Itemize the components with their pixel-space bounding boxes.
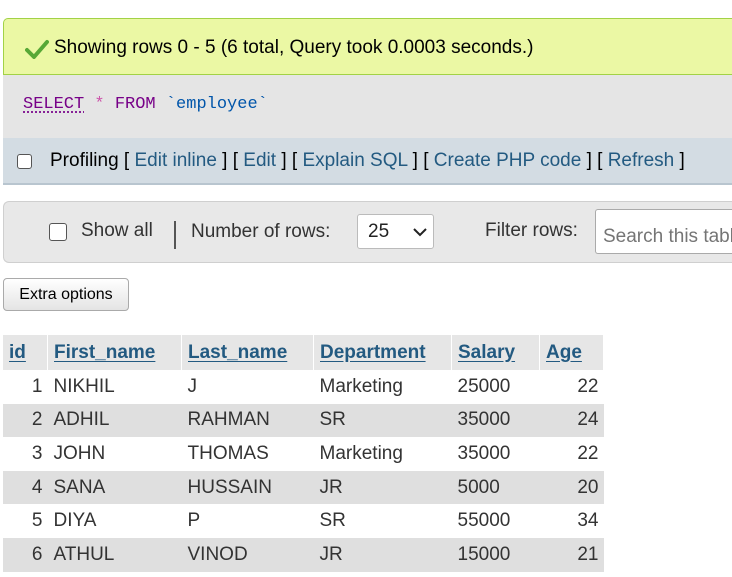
query-tools: Profiling [ Edit inline ] [ Edit ] [ Exp… xyxy=(50,150,685,171)
cell-last-name: THOMAS xyxy=(181,437,314,471)
cell-last-name: HUSSAIN xyxy=(181,470,314,505)
cell-first-name: NIKHIL xyxy=(47,370,182,404)
cell-salary: 35000 xyxy=(451,403,540,438)
status-text: Showing rows 0 - 5 (6 total, Query took … xyxy=(54,37,534,58)
sql-query[interactable]: SELECT * FROM `employee` xyxy=(23,95,268,114)
edit-link[interactable]: Edit xyxy=(243,150,276,171)
sql-keyword-from: FROM xyxy=(114,95,156,114)
cell-last-name: P xyxy=(181,504,314,538)
cell-first-name: SANA xyxy=(47,470,182,505)
rows-per-page-select[interactable]: 25 xyxy=(357,214,434,249)
cell-first-name: JOHN xyxy=(47,437,182,471)
edit-inline-link[interactable]: Edit inline xyxy=(135,150,217,171)
cell-department: Marketing xyxy=(313,370,452,404)
cell-salary: 55000 xyxy=(451,504,540,538)
cell-last-name: RAHMAN xyxy=(181,403,314,438)
column-header-age[interactable]: Age xyxy=(539,335,604,370)
cell-id: 1 xyxy=(3,370,48,404)
cell-id: 3 xyxy=(3,437,48,471)
rows-per-page-value: 25 xyxy=(368,221,390,242)
column-header-id[interactable]: id xyxy=(3,335,48,370)
sql-table-name: `employee` xyxy=(165,95,268,114)
column-header-first-name[interactable]: First_name xyxy=(47,335,182,370)
column-header-department[interactable]: Department xyxy=(313,335,452,370)
cell-salary: 5000 xyxy=(451,470,540,505)
cell-department: Marketing xyxy=(313,437,452,471)
cell-age: 22 xyxy=(539,437,604,471)
create-php-code-link[interactable]: Create PHP code xyxy=(434,150,582,171)
cell-id: 6 xyxy=(3,537,48,572)
profiling-checkbox[interactable] xyxy=(17,154,32,169)
filter-rows-label: Filter rows: xyxy=(485,220,578,241)
number-of-rows-label: Number of rows: xyxy=(191,221,331,242)
divider xyxy=(174,221,176,249)
table-header-row: id First_name Last_name Department Salar… xyxy=(3,335,604,370)
cell-last-name: J xyxy=(181,370,314,404)
extra-options-button[interactable]: Extra options xyxy=(3,278,129,311)
cell-first-name: ATHUL xyxy=(47,537,182,572)
cell-age: 22 xyxy=(539,370,604,404)
cell-department: JR xyxy=(313,537,452,572)
table-row[interactable]: 4 SANA HUSSAIN JR 5000 20 xyxy=(3,470,604,505)
show-all-label: Show all xyxy=(81,220,153,241)
cell-last-name: VINOD xyxy=(181,537,314,572)
cell-salary: 25000 xyxy=(451,370,540,404)
results-table: id First_name Last_name Department Salar… xyxy=(3,335,604,572)
cell-department: SR xyxy=(313,504,452,538)
cell-id: 4 xyxy=(3,470,48,505)
cell-salary: 15000 xyxy=(451,537,540,572)
cell-age: 24 xyxy=(539,403,604,438)
cell-department: JR xyxy=(313,470,452,505)
table-row[interactable]: 5 DIYA P SR 55000 34 xyxy=(3,504,604,538)
table-row[interactable]: 2 ADHIL RAHMAN SR 35000 24 xyxy=(3,403,604,438)
cell-age: 20 xyxy=(539,470,604,505)
explain-sql-link[interactable]: Explain SQL xyxy=(302,150,407,171)
sql-keyword-select[interactable]: SELECT xyxy=(23,95,84,114)
column-header-last-name[interactable]: Last_name xyxy=(181,335,314,370)
cell-first-name: DIYA xyxy=(47,504,182,538)
cell-id: 2 xyxy=(3,403,48,438)
refresh-link[interactable]: Refresh xyxy=(608,150,675,171)
filter-rows-input[interactable] xyxy=(595,209,732,254)
cell-id: 5 xyxy=(3,504,48,538)
cell-age: 21 xyxy=(539,537,604,572)
profiling-label: Profiling xyxy=(50,150,119,171)
table-row[interactable]: 6 ATHUL VINOD JR 15000 21 xyxy=(3,537,604,572)
cell-age: 34 xyxy=(539,504,604,538)
chevron-down-icon xyxy=(413,228,427,237)
show-all-checkbox[interactable] xyxy=(49,223,67,241)
checkmark-icon xyxy=(25,40,49,59)
cell-department: SR xyxy=(313,403,452,438)
column-header-salary[interactable]: Salary xyxy=(451,335,540,370)
cell-salary: 35000 xyxy=(451,437,540,471)
table-row[interactable]: 1 NIKHIL J Marketing 25000 22 xyxy=(3,370,604,404)
sql-star: * xyxy=(94,95,105,114)
cell-first-name: ADHIL xyxy=(47,403,182,438)
table-row[interactable]: 3 JOHN THOMAS Marketing 35000 22 xyxy=(3,437,604,471)
